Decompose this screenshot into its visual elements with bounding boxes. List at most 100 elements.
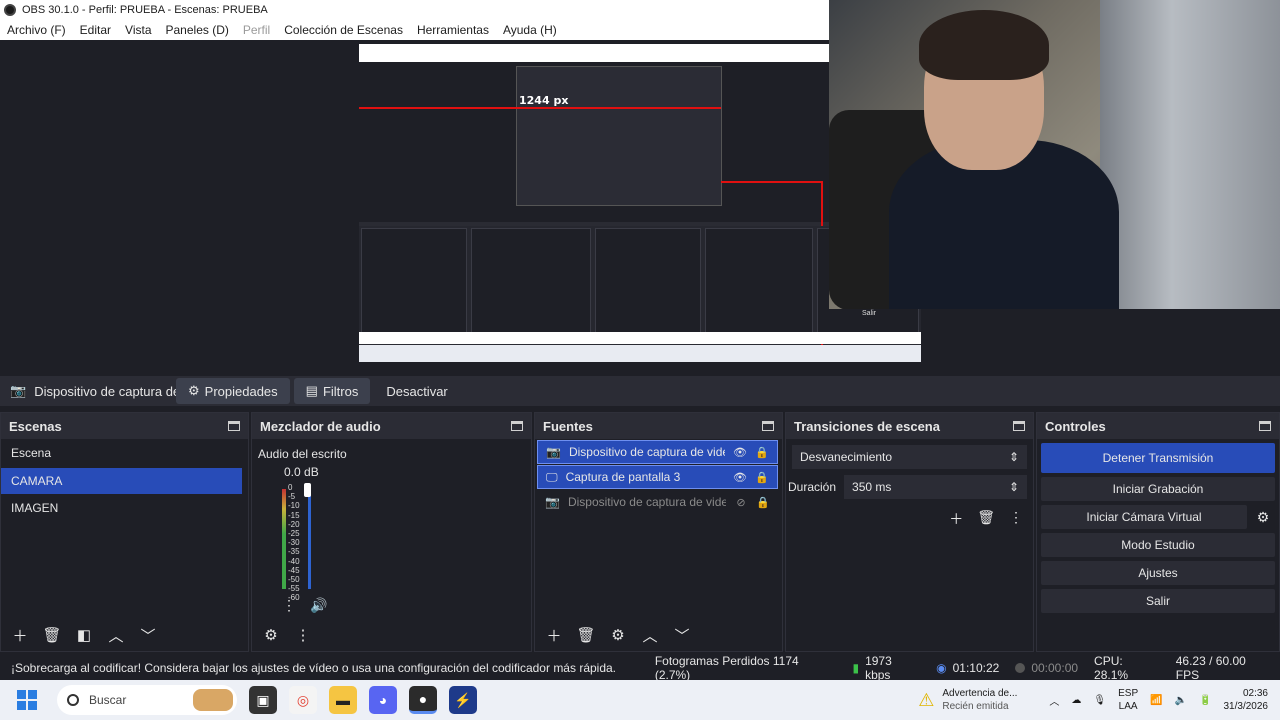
- speaker-icon[interactable]: 🔊: [310, 597, 327, 614]
- source-item[interactable]: 🖵 Captura de pantalla 3 👁 🔒: [537, 465, 778, 489]
- meter-tick: -25: [288, 529, 300, 539]
- stop-streaming-button[interactable]: Detener Transmisión: [1041, 443, 1275, 473]
- properties-button[interactable]: ⚙ Propiedades: [176, 378, 290, 404]
- notification-text: Advertencia de... Recién emitida: [942, 687, 1017, 713]
- undock-icon[interactable]: [228, 421, 240, 431]
- scenes-header: Escenas: [1, 413, 248, 439]
- move-up-icon[interactable]: ︿: [105, 624, 127, 646]
- deactivate-button[interactable]: Desactivar: [374, 378, 459, 404]
- source-properties-gear-icon[interactable]: ⚙: [607, 624, 629, 646]
- undock-icon[interactable]: [762, 421, 774, 431]
- eye-hidden-icon[interactable]: ⊘: [734, 496, 748, 509]
- volume-fader-track[interactable]: [308, 489, 311, 589]
- cpu-usage: CPU: 28.1%: [1094, 654, 1129, 682]
- virtual-camera-gear-icon[interactable]: ⚙: [1251, 505, 1275, 529]
- add-source-icon[interactable]: ＋: [543, 624, 565, 646]
- notification-warning[interactable]: ⚠ Advertencia de... Recién emitida: [918, 687, 1017, 713]
- duration-row: Duración 350 ms ⇕: [788, 475, 1027, 499]
- spin-arrows-icon[interactable]: ⇕: [1009, 480, 1019, 494]
- mixer-toolbar: ⚙ ⋮: [252, 623, 531, 647]
- duration-value: 350 ms: [852, 480, 892, 494]
- undock-icon[interactable]: [1259, 421, 1271, 431]
- exit-button[interactable]: Salir: [1041, 589, 1275, 613]
- webcam-source[interactable]: [829, 0, 1280, 309]
- lock-icon[interactable]: 🔒: [756, 496, 770, 509]
- nested-dock-mixer: [471, 228, 591, 338]
- eye-icon[interactable]: 👁: [733, 471, 747, 484]
- battery-icon[interactable]: 🔋: [1199, 695, 1211, 706]
- record-time-value: 00:00:00: [1031, 661, 1079, 675]
- cloud-icon[interactable]: ☁: [1071, 695, 1081, 706]
- camera-icon: 📷: [545, 495, 560, 509]
- fps-value: 46.23 / 60.00 FPS: [1175, 654, 1246, 682]
- transition-select[interactable]: Desvanecimiento ⇕: [792, 445, 1027, 469]
- menu-scene-collection[interactable]: Colección de Escenas: [277, 23, 410, 37]
- delete-scene-icon[interactable]: 🗑: [41, 624, 63, 646]
- transition-menu-icon[interactable]: ⋮: [1009, 509, 1023, 529]
- delete-source-icon[interactable]: 🗑: [575, 624, 597, 646]
- scene-item-camara[interactable]: CAMARA: [1, 468, 242, 494]
- scene-item-imagen[interactable]: IMAGEN: [1, 495, 248, 521]
- advanced-audio-gear-icon[interactable]: ⚙: [260, 624, 282, 646]
- lock-icon[interactable]: 🔒: [755, 446, 769, 459]
- selected-source-name: Dispositivo de captura de v: [34, 383, 176, 399]
- menu-tools[interactable]: Herramientas: [410, 23, 496, 37]
- add-transition-icon[interactable]: ＋: [949, 509, 963, 529]
- volume-meter: 0 -5 -10 -15 -20 -25 -30 -35 -40 -45 -50…: [282, 483, 322, 602]
- chrome-icon[interactable]: ◎: [289, 686, 317, 714]
- stream-time-value: 01:10:22: [952, 661, 1000, 675]
- move-down-icon[interactable]: ﹀: [137, 624, 159, 646]
- settings-button[interactable]: Ajustes: [1041, 561, 1275, 585]
- obs-taskbar-icon[interactable]: ●: [409, 686, 437, 714]
- nested-dock-transitions: [705, 228, 813, 338]
- eye-icon[interactable]: 👁: [733, 446, 747, 459]
- menu-edit[interactable]: Editar: [73, 23, 118, 37]
- source-item[interactable]: 📷 Dispositivo de captura de video 👁 🔒: [537, 440, 778, 464]
- bitrate-indicator: ▮ 1973 kbps: [844, 654, 928, 682]
- menu-view[interactable]: Vista: [118, 23, 158, 37]
- app-taskbar-icon[interactable]: ⚡: [449, 686, 477, 714]
- menu-file[interactable]: Archivo (F): [0, 23, 73, 37]
- start-recording-button[interactable]: Iniciar Grabación: [1041, 477, 1275, 501]
- undock-icon[interactable]: [511, 421, 523, 431]
- virtual-cam-row: Iniciar Cámara Virtual ⚙: [1041, 505, 1275, 529]
- start-virtual-camera-button[interactable]: Iniciar Cámara Virtual: [1041, 505, 1247, 529]
- menu-docks[interactable]: Paneles (D): [159, 23, 236, 37]
- transitions-dock: Transiciones de escena Desvanecimiento ⇕…: [785, 412, 1034, 652]
- menu-profile[interactable]: Perfil: [236, 23, 277, 37]
- updown-arrow-icon: ⇕: [1008, 450, 1019, 464]
- scene-item-escena[interactable]: Escena: [1, 440, 248, 466]
- undock-icon[interactable]: [1013, 421, 1025, 431]
- menu-bar: Archivo (F) Editar Vista Paneles (D) Per…: [0, 20, 830, 40]
- task-view-icon[interactable]: ▣: [249, 686, 277, 714]
- stream-timer: ◉ 01:10:22: [928, 661, 1007, 675]
- transitions-title: Transiciones de escena: [794, 418, 940, 434]
- language-indicator[interactable]: ESP LAA: [1118, 687, 1138, 713]
- delete-transition-icon[interactable]: 🗑: [977, 509, 995, 529]
- more-options-icon[interactable]: ⋮: [282, 597, 296, 614]
- scene-filters-icon[interactable]: ◧: [73, 624, 95, 646]
- move-down-icon[interactable]: ﹀: [671, 624, 693, 646]
- file-explorer-icon[interactable]: ▬: [329, 686, 357, 714]
- studio-mode-button[interactable]: Modo Estudio: [1041, 533, 1275, 557]
- clock[interactable]: 02:36 31/3/2026: [1224, 687, 1269, 713]
- taskbar-search[interactable]: Buscar: [57, 685, 237, 715]
- move-up-icon[interactable]: ︿: [639, 624, 661, 646]
- duration-spinbox[interactable]: 350 ms ⇕: [844, 475, 1027, 499]
- filters-button[interactable]: ▤ Filtros: [293, 378, 371, 404]
- add-scene-icon[interactable]: ＋: [9, 624, 31, 646]
- volume-icon[interactable]: 🔈: [1175, 695, 1187, 706]
- lock-icon[interactable]: 🔒: [755, 471, 769, 484]
- discord-icon[interactable]: ◕: [369, 686, 397, 714]
- microphone-icon[interactable]: 🎙: [1093, 695, 1106, 706]
- clock-date: 31/3/2026: [1223, 701, 1269, 712]
- wifi-icon[interactable]: 📶: [1150, 695, 1162, 706]
- chevron-up-icon[interactable]: ︿: [1049, 693, 1059, 708]
- menu-help[interactable]: Ayuda (H): [496, 23, 564, 37]
- volume-fader-handle[interactable]: [304, 483, 311, 497]
- windows-start-icon[interactable]: [17, 690, 37, 710]
- clock-time: 02:36: [1242, 688, 1268, 699]
- mixer-menu-icon[interactable]: ⋮: [292, 624, 314, 646]
- nested-dock-scenes: [361, 228, 467, 338]
- source-item[interactable]: 📷 Dispositivo de captura de video ⊘ 🔒: [537, 490, 778, 514]
